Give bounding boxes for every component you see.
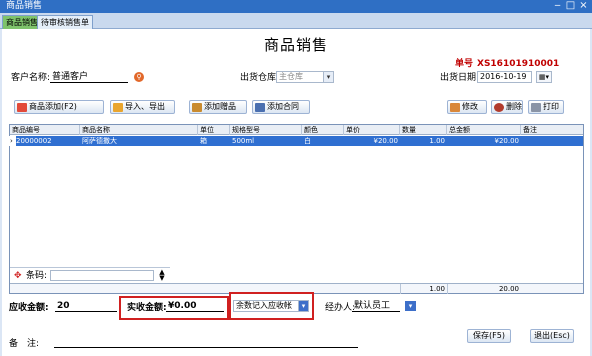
col-code[interactable]: 商品编号	[10, 125, 80, 135]
footer-total: 20.00	[447, 284, 521, 294]
customer-field[interactable]: 普通客户	[50, 71, 128, 83]
cell-qty[interactable]: 1.00	[400, 136, 447, 146]
window-title: 商品销售	[6, 1, 43, 11]
exit-button[interactable]: 退出(Esc)	[530, 329, 574, 343]
col-total[interactable]: 总金额	[447, 125, 521, 135]
receivable-label: 应收金额:	[9, 303, 49, 313]
order-no-value: XS16101910001	[477, 59, 560, 69]
warehouse-value: 主仓库	[279, 72, 303, 81]
cell-price[interactable]: ¥20.00	[344, 136, 400, 146]
maximize-icon[interactable]: □	[565, 1, 576, 11]
page-title: 商品销售	[263, 36, 328, 54]
printer-icon	[531, 102, 541, 112]
cell-code[interactable]: 20000002	[14, 136, 80, 146]
cell-note[interactable]	[521, 136, 583, 146]
save-button[interactable]: 保存(F5)	[467, 329, 511, 343]
date-label: 出货日期:	[440, 73, 480, 83]
add-goods-button[interactable]: 商品添加(F2)	[14, 100, 104, 114]
close-icon[interactable]: ×	[578, 1, 589, 11]
barcode-input[interactable]	[50, 270, 154, 281]
cell-total[interactable]: ¥20.00	[447, 136, 521, 146]
print-button[interactable]: 打印	[528, 100, 564, 114]
date-value: 2016-10-19	[480, 72, 527, 81]
warehouse-select[interactable]: 主仓库 ▾	[276, 71, 334, 83]
col-unit[interactable]: 单位	[198, 125, 230, 135]
handler-label: 经办人:	[325, 303, 356, 313]
remark-label: 备 注:	[9, 339, 40, 349]
delete-icon	[494, 102, 504, 112]
add-icon	[17, 102, 27, 112]
delete-button[interactable]: 删除	[491, 100, 523, 114]
barcode-bar: ✥ 条码: ▲ ▼	[10, 267, 170, 283]
col-price[interactable]: 单价	[344, 125, 400, 135]
table-row[interactable]: › 20000002 阿萨德撒大 箱 500ml 白 ¥20.00 1.00 ¥…	[8, 136, 583, 146]
footer-qty: 1.00	[400, 284, 447, 294]
table-header: 商品编号 商品名称 单位 规格型号 颜色 单价 数量 总金额 备注	[10, 125, 583, 135]
order-no-label: 单号	[455, 59, 474, 69]
tab-bar: 商品销售 待审核销售单	[0, 13, 592, 29]
window-title-bar: 商品销售	[0, 0, 592, 13]
add-contract-button[interactable]: 添加合同	[252, 100, 310, 114]
barcode-spin-icon[interactable]: ▲ ▼	[157, 269, 167, 282]
cell-color[interactable]: 白	[302, 136, 344, 146]
warehouse-label: 出货仓库:	[240, 73, 280, 83]
customer-label: 客户名称:	[11, 73, 51, 83]
receivable-value: 20	[55, 300, 117, 312]
cell-name[interactable]: 阿萨德撒大	[80, 136, 198, 146]
import-export-button[interactable]: 导入、导出	[110, 100, 175, 114]
balance-mode-value: 余数记入应收帐	[236, 301, 292, 310]
import-icon	[113, 102, 123, 112]
actual-label: 实收金额:	[127, 303, 167, 313]
goods-table[interactable]: 商品编号 商品名称 单位 规格型号 颜色 单价 数量 总金额 备注 › 2000…	[8, 124, 584, 294]
add-gift-button[interactable]: 添加赠品	[189, 100, 247, 114]
edit-icon	[450, 102, 460, 112]
edit-button[interactable]: 修改	[447, 100, 487, 114]
gift-icon	[192, 102, 202, 112]
actual-amount-field[interactable]: ¥0.00	[166, 300, 224, 312]
chevron-down-icon: ▾	[323, 72, 333, 82]
tab-sales[interactable]: 商品销售	[2, 15, 42, 29]
cell-unit[interactable]: 箱	[198, 136, 230, 146]
customer-lookup-icon[interactable]: ⚲	[134, 72, 144, 82]
handler-dropdown-icon[interactable]: ▾	[405, 301, 416, 311]
minimize-icon[interactable]: ‒	[552, 1, 563, 11]
tab-pending-review[interactable]: 待审核销售单	[37, 15, 93, 29]
barcode-label: 条码:	[26, 271, 48, 281]
cell-spec[interactable]: 500ml	[230, 136, 302, 146]
col-note[interactable]: 备注	[521, 125, 583, 135]
date-field[interactable]: 2016-10-19	[477, 71, 532, 83]
col-name[interactable]: 商品名称	[80, 125, 198, 135]
col-spec[interactable]: 规格型号	[230, 125, 302, 135]
crosshair-icon: ✥	[14, 271, 22, 281]
contract-icon	[255, 102, 265, 112]
col-color[interactable]: 颜色	[302, 125, 344, 135]
col-qty[interactable]: 数量	[400, 125, 447, 135]
balance-mode-select[interactable]: 余数记入应收帐 ▾	[233, 300, 309, 312]
remark-field[interactable]	[54, 336, 358, 348]
calendar-icon[interactable]: ▦▾	[536, 71, 552, 83]
chevron-down-icon: ▾	[298, 301, 308, 311]
handler-value[interactable]: 默认员工	[352, 300, 400, 312]
